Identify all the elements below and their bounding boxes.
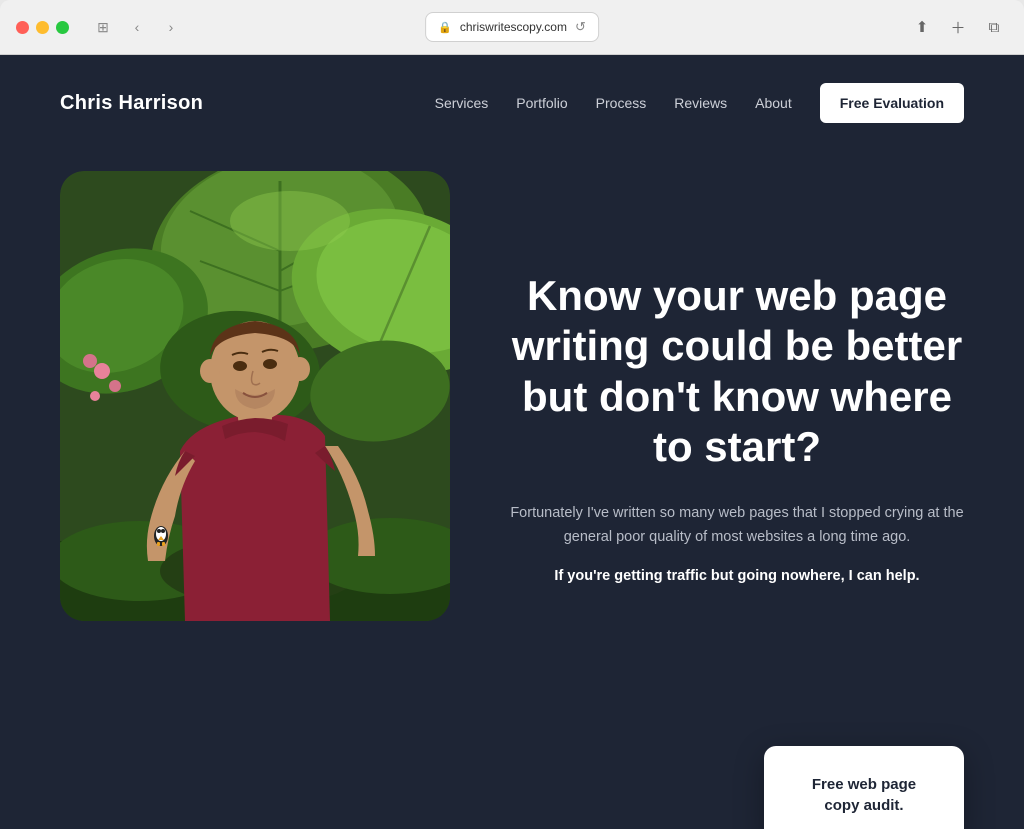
nav-link-services[interactable]: Services <box>435 95 489 111</box>
nav-link-process[interactable]: Process <box>596 95 647 111</box>
free-evaluation-button[interactable]: Free Evaluation <box>820 83 964 123</box>
hero-headline: Know your web page writing could be bett… <box>510 271 964 473</box>
hero-section: Know your web page writing could be bett… <box>0 151 1024 621</box>
browser-actions: ⬆ ＋ ⧉ <box>908 13 1008 41</box>
profile-photo <box>60 171 450 621</box>
forward-button[interactable]: › <box>157 16 185 38</box>
tabs-button[interactable]: ⧉ <box>980 13 1008 41</box>
minimize-button[interactable] <box>36 21 49 34</box>
back-button[interactable]: ‹ <box>123 16 151 38</box>
nav-link-about[interactable]: About <box>755 95 792 111</box>
refresh-icon[interactable]: ↺ <box>575 19 586 35</box>
hero-subtext: Fortunately I've written so many web pag… <box>510 501 964 550</box>
close-button[interactable] <box>16 21 29 34</box>
url-text: chriswritescopy.com <box>460 20 567 34</box>
nav-link-reviews[interactable]: Reviews <box>674 95 727 111</box>
hero-cta-text: If you're getting traffic but going nowh… <box>510 568 964 584</box>
nav-links: Services Portfolio Process Reviews About… <box>435 83 964 123</box>
brand-name: Chris Harrison <box>60 92 203 115</box>
address-bar[interactable]: 🔒 chriswritescopy.com ↺ <box>425 12 599 42</box>
browser-chrome: ⊞ ‹ › 🔒 chriswritescopy.com ↺ ⬆ ＋ ⧉ <box>0 0 1024 55</box>
browser-controls: ⊞ ‹ › <box>89 16 185 38</box>
navigation: Chris Harrison Services Portfolio Proces… <box>0 55 1024 151</box>
sidebar-toggle-button[interactable]: ⊞ <box>89 16 117 38</box>
audit-card[interactable]: Free web page copy audit. <box>764 746 964 829</box>
website-content: Chris Harrison Services Portfolio Proces… <box>0 55 1024 829</box>
profile-photo-svg <box>60 171 450 621</box>
audit-card-text: Free web page copy audit. <box>796 774 932 816</box>
maximize-button[interactable] <box>56 21 69 34</box>
new-tab-button[interactable]: ＋ <box>944 13 972 41</box>
lock-icon: 🔒 <box>438 21 452 34</box>
nav-link-portfolio[interactable]: Portfolio <box>516 95 567 111</box>
share-button[interactable]: ⬆ <box>908 13 936 41</box>
traffic-lights <box>16 21 69 34</box>
hero-text-block: Know your web page writing could be bett… <box>510 171 964 584</box>
